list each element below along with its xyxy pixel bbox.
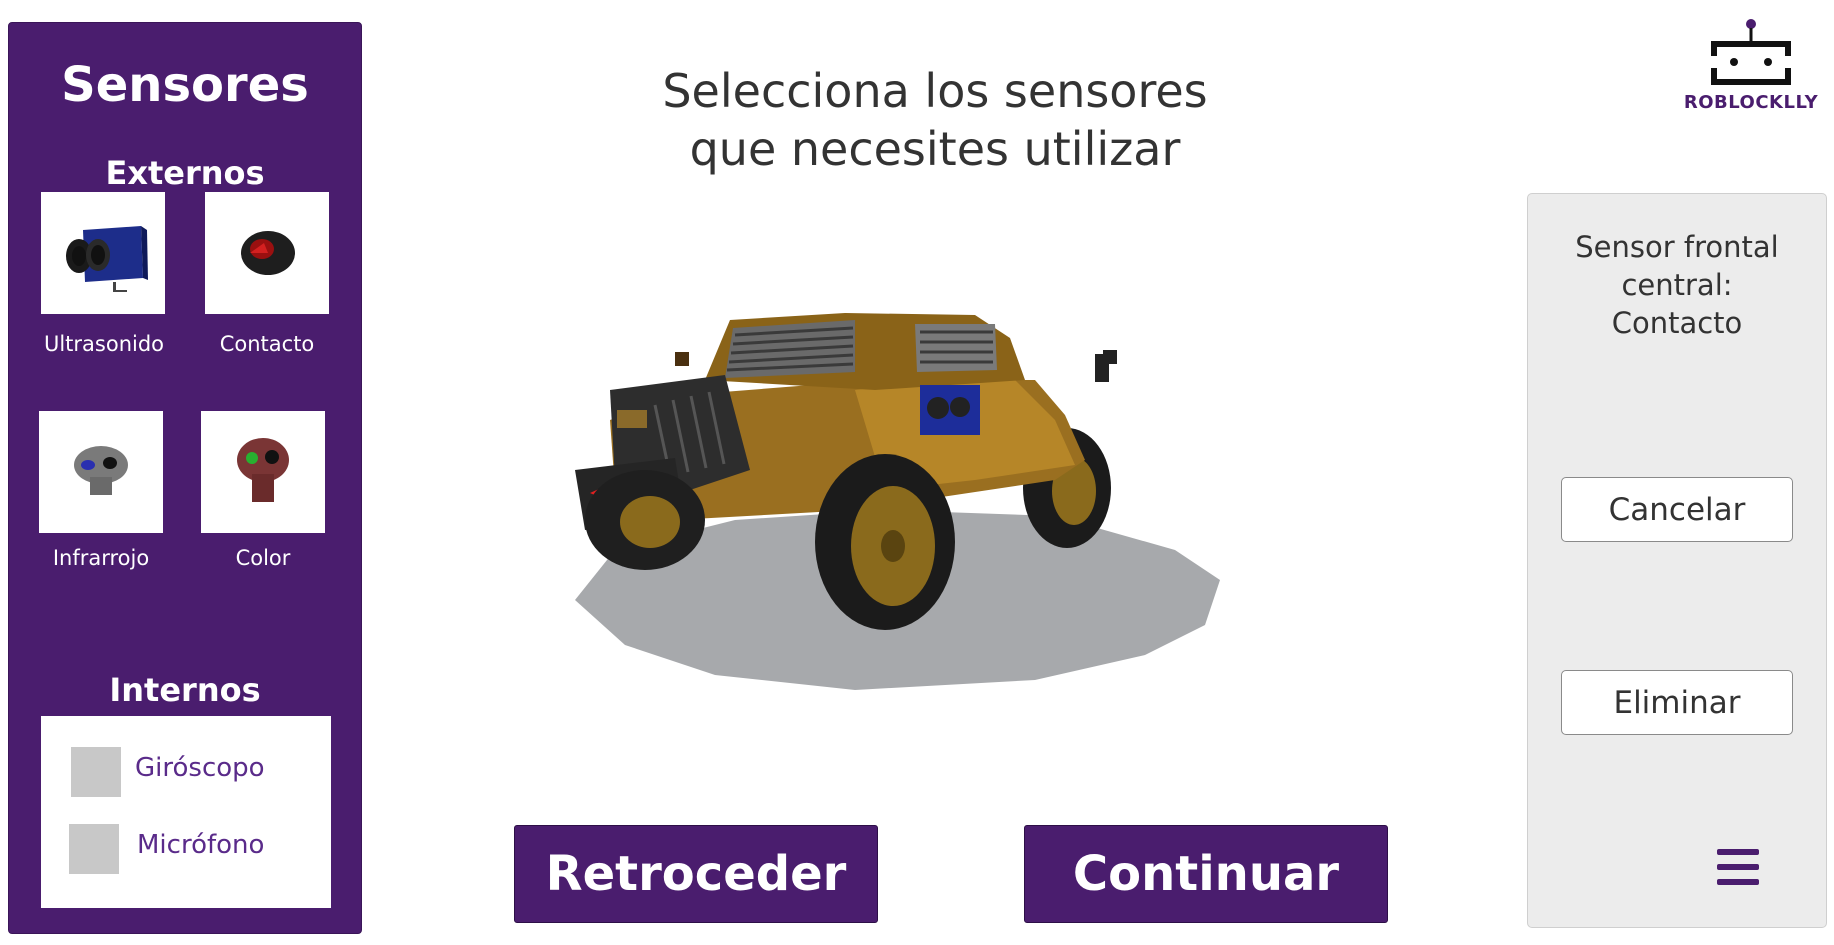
info-line-3: Contacto (1611, 306, 1743, 340)
page-headline: Selecciona los sensores que necesites ut… (560, 62, 1310, 178)
color-sensor-icon (237, 438, 289, 502)
sensor-tile-contacto[interactable] (205, 192, 329, 314)
sidebar-title: Sensores (61, 57, 309, 113)
internal-section-title: Internos (109, 671, 261, 709)
external-section-title: Externos (105, 154, 265, 192)
sensor-label-contacto: Contacto (219, 332, 315, 356)
hamburger-menu-icon[interactable] (1717, 849, 1761, 889)
sensor-label-ultrasonido: Ultrasonido (43, 332, 165, 356)
sensor-tile-infrarrojo[interactable] (39, 411, 163, 533)
continue-button[interactable]: Continuar (1024, 825, 1388, 923)
roblockly-logo: ROBLOCKLLY (1676, 16, 1826, 116)
infrared-sensor-icon (74, 446, 128, 495)
info-line-2: central: (1621, 268, 1733, 302)
selected-sensor-info: Sensor frontal central: Contacto (1528, 228, 1826, 342)
cancel-button[interactable]: Cancelar (1561, 477, 1793, 542)
info-line-1: Sensor frontal (1575, 230, 1779, 264)
sensor-info-panel: Sensor frontal central: Contacto Cancela… (1527, 193, 1827, 928)
delete-button[interactable]: Eliminar (1561, 670, 1793, 735)
robot-car-3d-view[interactable] (555, 280, 1315, 740)
back-button[interactable]: Retroceder (514, 825, 878, 923)
sensor-tile-color[interactable] (201, 411, 325, 533)
checkbox-microfono[interactable] (69, 824, 119, 874)
sensor-sidebar: Sensores Externos Ultrasonido Contacto I… (8, 22, 362, 934)
logo-text: ROBLOCKLLY (1683, 92, 1819, 113)
sensor-tile-ultrasonido[interactable] (41, 192, 165, 314)
checkbox-label-microfono[interactable]: Micrófono (137, 830, 264, 860)
headline-line-2: que necesites utilizar (689, 122, 1181, 176)
robot-logo-icon (1710, 19, 1792, 85)
headline-line-1: Selecciona los sensores (662, 64, 1208, 118)
sensor-label-color: Color (235, 546, 291, 570)
ultrasonic-sensor-icon (66, 226, 148, 292)
sensor-label-infrarrojo: Infrarrojo (52, 546, 150, 570)
internal-sensors-box: Giróscopo Micrófono (41, 716, 331, 908)
contact-sensor-icon (241, 231, 295, 275)
checkbox-giroscopo[interactable] (71, 747, 121, 797)
checkbox-label-giroscopo[interactable]: Giróscopo (135, 753, 265, 783)
